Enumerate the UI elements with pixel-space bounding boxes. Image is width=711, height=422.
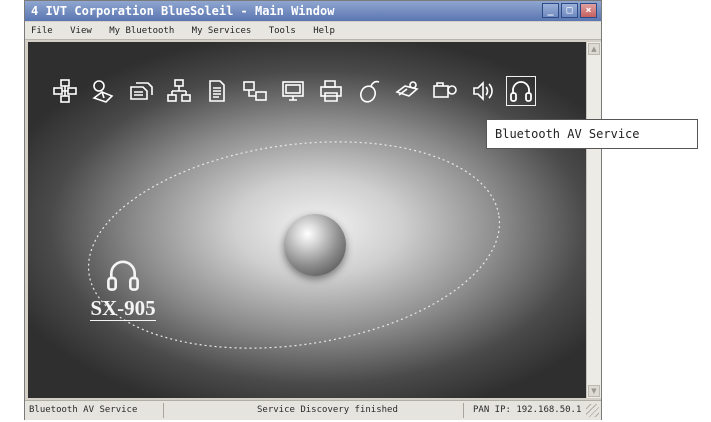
bluetooth-workspace[interactable]: SX-905: [28, 42, 586, 398]
headset-icon: [107, 260, 139, 291]
menu-help[interactable]: Help: [313, 26, 335, 36]
fax-icon[interactable]: [88, 76, 118, 106]
status-service: Bluetooth AV Service: [29, 405, 138, 415]
window-title: 4 IVT Corporation BlueSoleil - Main Wind…: [31, 4, 335, 18]
menu-my-bluetooth[interactable]: My Bluetooth: [109, 26, 174, 36]
object-push-icon[interactable]: [202, 76, 232, 106]
audio-gateway-icon[interactable]: [468, 76, 498, 106]
lan-access-icon[interactable]: [164, 76, 194, 106]
device-name: SX-905: [90, 296, 156, 321]
minimize-button[interactable]: _: [542, 3, 559, 18]
serial-port-icon[interactable]: [392, 76, 422, 106]
pim-sync-icon[interactable]: [278, 76, 308, 106]
window-controls: _ □ ×: [542, 3, 597, 18]
network-icon[interactable]: [240, 76, 270, 106]
status-message: Service Discovery finished: [257, 405, 398, 415]
main-window: 4 IVT Corporation BlueSoleil - Main Wind…: [24, 0, 602, 420]
mouse-icon[interactable]: [354, 76, 384, 106]
menu-view[interactable]: View: [70, 26, 92, 36]
scroll-down-icon[interactable]: ▼: [588, 385, 600, 397]
local-device-sphere[interactable]: [284, 214, 346, 276]
resize-grip[interactable]: [586, 404, 599, 417]
menu-my-services[interactable]: My Services: [192, 26, 252, 36]
status-divider: [463, 403, 464, 418]
scroll-up-icon[interactable]: ▲: [588, 43, 600, 55]
menu-bar: File View My Bluetooth My Services Tools…: [25, 22, 601, 40]
title-bar[interactable]: 4 IVT Corporation BlueSoleil - Main Wind…: [25, 1, 601, 21]
service-toolbar: [50, 76, 536, 106]
status-bar: Bluetooth AV Service Service Discovery f…: [25, 400, 601, 420]
vertical-scrollbar[interactable]: ▲ ▼: [586, 42, 601, 398]
file-transfer-icon[interactable]: [126, 76, 156, 106]
printer-icon[interactable]: [316, 76, 346, 106]
headset-icon[interactable]: [506, 76, 536, 106]
camera-icon[interactable]: [430, 76, 460, 106]
status-ip: PAN IP: 192.168.50.1: [473, 405, 582, 415]
tooltip: Bluetooth AV Service: [486, 119, 698, 149]
maximize-button[interactable]: □: [561, 3, 578, 18]
remote-device[interactable]: SX-905: [78, 256, 168, 321]
menu-file[interactable]: File: [31, 26, 53, 36]
close-button[interactable]: ×: [580, 3, 597, 18]
dial-up-networking-icon[interactable]: [50, 76, 80, 106]
menu-tools[interactable]: Tools: [269, 26, 296, 36]
status-divider: [163, 403, 164, 418]
